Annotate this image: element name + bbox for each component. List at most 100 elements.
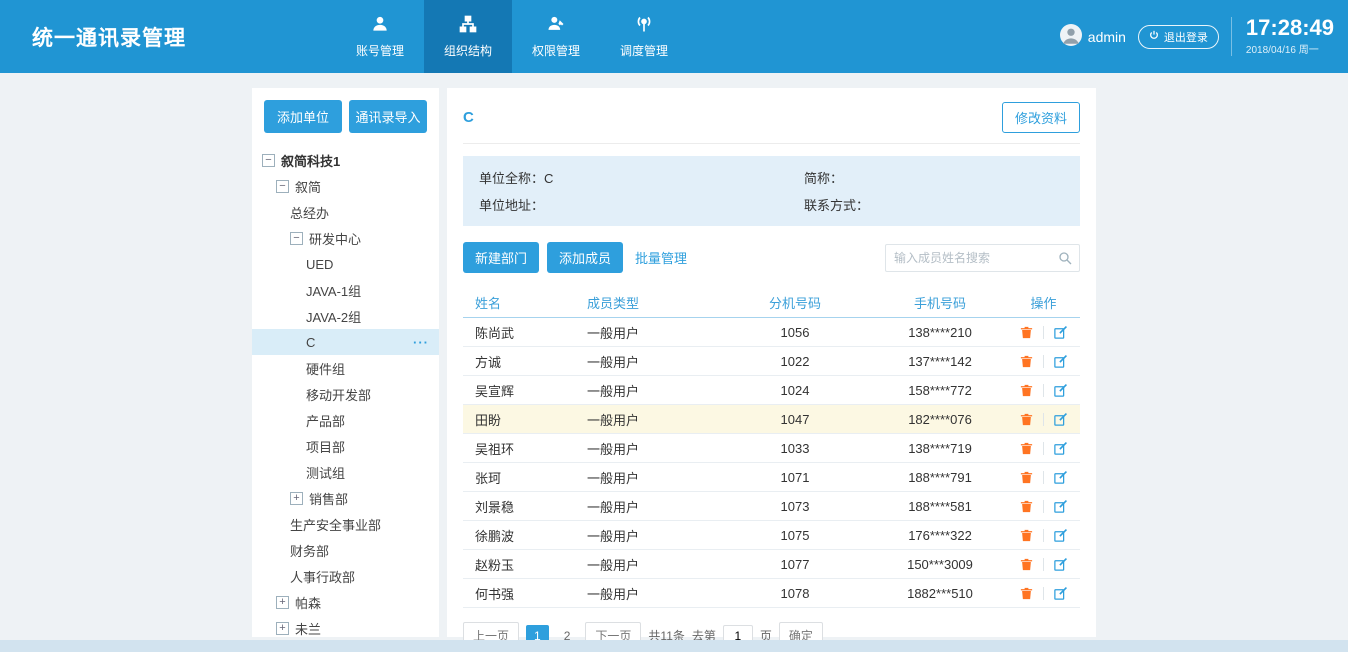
short-name-label: 简称：: [804, 171, 843, 186]
nav-account[interactable]: 账号管理: [336, 0, 424, 73]
member-extension: 1056: [729, 325, 861, 340]
tree-item-project[interactable]: 项目部: [252, 433, 439, 459]
org-icon: [458, 14, 478, 37]
member-extension: 1047: [729, 412, 861, 427]
collapse-icon[interactable]: [290, 232, 303, 245]
delete-icon[interactable]: [1019, 499, 1034, 514]
edit-icon[interactable]: [1053, 412, 1068, 427]
edit-icon[interactable]: [1053, 383, 1068, 398]
tree-item-label: 叙简: [295, 177, 321, 196]
col-header-mobile: 手机号码: [861, 293, 1019, 312]
tree-item-mobile-dev[interactable]: 移动开发部: [252, 381, 439, 407]
divider: [1043, 355, 1044, 368]
new-department-button[interactable]: 新建部门: [463, 242, 539, 273]
member-mobile: 137****142: [861, 354, 1019, 369]
sidebar-panel: 添加单位 通讯录导入 叙简科技1 叙简 总经办 研发中心 UED JAVA-1组…: [252, 88, 439, 637]
delete-icon[interactable]: [1019, 354, 1034, 369]
member-mobile: 1882***510: [861, 586, 1019, 601]
collapse-icon[interactable]: [276, 180, 289, 193]
delete-icon[interactable]: [1019, 528, 1034, 543]
nav-permissions[interactable]: 权限管理: [512, 0, 600, 73]
user-chip[interactable]: admin: [1060, 24, 1126, 49]
tree-item-hr-admin[interactable]: 人事行政部: [252, 563, 439, 589]
expand-icon[interactable]: [290, 492, 303, 505]
nav-organization[interactable]: 组织结构: [424, 0, 512, 73]
edit-icon[interactable]: [1053, 441, 1068, 456]
member-type: 一般用户: [587, 323, 729, 342]
search-input[interactable]: [885, 244, 1080, 272]
delete-icon[interactable]: [1019, 383, 1034, 398]
tree-item-finance[interactable]: 财务部: [252, 537, 439, 563]
org-tree: 叙简科技1 叙简 总经办 研发中心 UED JAVA-1组 JAVA-2组 C …: [252, 147, 439, 637]
tree-item-java1[interactable]: JAVA-1组: [252, 277, 439, 303]
tree-item-label: 总经办: [290, 203, 329, 222]
tree-item-java2[interactable]: JAVA-2组: [252, 303, 439, 329]
tree-item-label: 项目部: [306, 437, 345, 456]
edit-icon[interactable]: [1053, 586, 1068, 601]
divider: [1043, 413, 1044, 426]
unit-title: C: [463, 109, 474, 126]
table-row: 徐鹏波一般用户1075176****322: [463, 521, 1080, 550]
clock: 17:28:49 2018/04/16 周一: [1231, 17, 1334, 56]
more-options-icon[interactable]: [413, 335, 429, 350]
tree-item-ued[interactable]: UED: [252, 251, 439, 277]
edit-icon[interactable]: [1053, 354, 1068, 369]
edit-profile-button[interactable]: 修改资料: [1002, 102, 1080, 133]
nav-dispatch[interactable]: 调度管理: [600, 0, 688, 73]
tree-item-gm-office[interactable]: 总经办: [252, 199, 439, 225]
member-type: 一般用户: [587, 439, 729, 458]
tree-item-safety[interactable]: 生产安全事业部: [252, 511, 439, 537]
member-extension: 1071: [729, 470, 861, 485]
member-type: 一般用户: [587, 381, 729, 400]
col-header-name: 姓名: [475, 293, 587, 312]
delete-icon[interactable]: [1019, 441, 1034, 456]
delete-icon[interactable]: [1019, 325, 1034, 340]
delete-icon[interactable]: [1019, 470, 1034, 485]
batch-manage-link[interactable]: 批量管理: [635, 248, 687, 267]
clock-time: 17:28:49: [1246, 17, 1334, 39]
edit-icon[interactable]: [1053, 470, 1068, 485]
header-right: admin 退出登录 17:28:49 2018/04/16 周一: [1060, 0, 1334, 73]
table-row: 陈尚武一般用户1056138****210: [463, 318, 1080, 347]
dispatch-icon: [634, 14, 654, 37]
delete-icon[interactable]: [1019, 586, 1034, 601]
tree-item-pasen[interactable]: 帕森: [252, 589, 439, 615]
tree-item-c-selected[interactable]: C: [252, 329, 439, 355]
edit-icon[interactable]: [1053, 499, 1068, 514]
collapse-icon[interactable]: [262, 154, 275, 167]
delete-icon[interactable]: [1019, 412, 1034, 427]
member-toolbar: 新建部门 添加成员 批量管理: [463, 242, 1080, 273]
user-icon: [370, 14, 390, 37]
tree-item-label: C: [306, 335, 315, 350]
search-icon[interactable]: [1057, 250, 1073, 271]
edit-icon[interactable]: [1053, 325, 1068, 340]
member-search: [885, 244, 1080, 272]
logout-button[interactable]: 退出登录: [1138, 25, 1219, 49]
unit-info-box: 单位全称：C 简称： 单位地址： 联系方式：: [463, 156, 1080, 226]
member-name: 吴祖环: [475, 439, 587, 458]
expand-icon[interactable]: [276, 596, 289, 609]
member-mobile: 138****210: [861, 325, 1019, 340]
expand-icon[interactable]: [276, 622, 289, 635]
avatar: [1060, 24, 1082, 49]
tree-item-product[interactable]: 产品部: [252, 407, 439, 433]
edit-icon[interactable]: [1053, 557, 1068, 572]
add-unit-button[interactable]: 添加单位: [264, 100, 342, 133]
tree-item-label: 财务部: [290, 541, 329, 560]
delete-icon[interactable]: [1019, 557, 1034, 572]
member-extension: 1033: [729, 441, 861, 456]
tree-item-label: 硬件组: [306, 359, 345, 378]
tree-item-hardware[interactable]: 硬件组: [252, 355, 439, 381]
divider: [1043, 558, 1044, 571]
tree-item-rnd-center[interactable]: 研发中心: [252, 225, 439, 251]
nav-label: 调度管理: [620, 42, 668, 59]
member-mobile: 182****076: [861, 412, 1019, 427]
import-contacts-button[interactable]: 通讯录导入: [349, 100, 427, 133]
tree-item-sales[interactable]: 销售部: [252, 485, 439, 511]
tree-item-testing[interactable]: 测试组: [252, 459, 439, 485]
add-member-button[interactable]: 添加成员: [547, 242, 623, 273]
edit-icon[interactable]: [1053, 528, 1068, 543]
tree-item-xujian[interactable]: 叙简: [252, 173, 439, 199]
tree-item-weilan[interactable]: 未兰: [252, 615, 439, 637]
tree-item-xujian-tech[interactable]: 叙简科技1: [252, 147, 439, 173]
